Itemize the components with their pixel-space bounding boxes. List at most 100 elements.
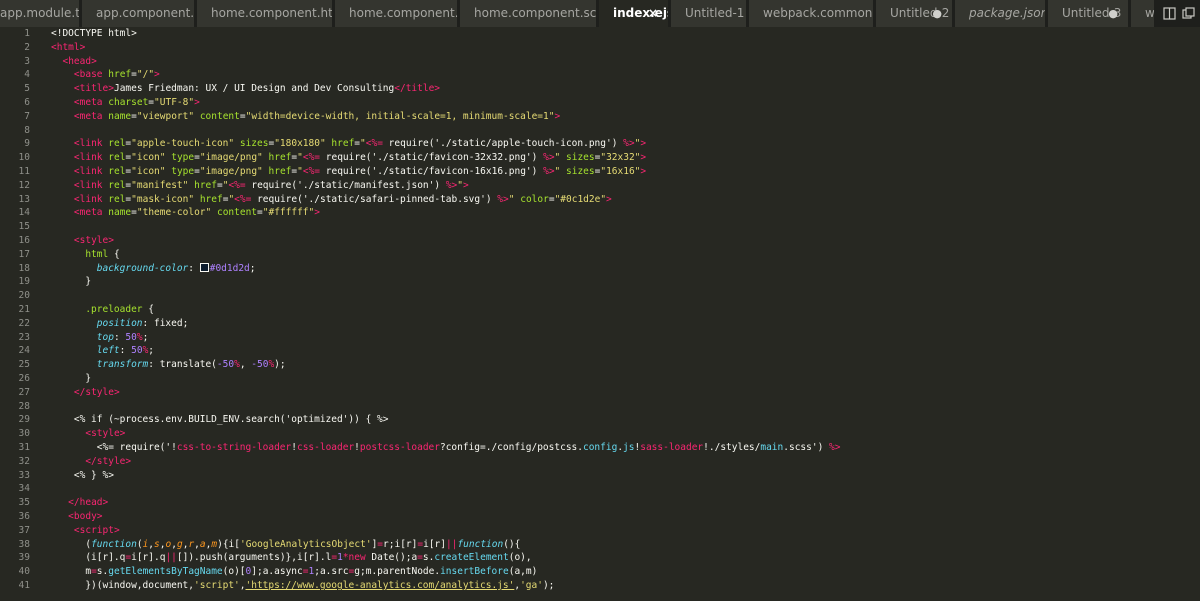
code-token: (o)[	[222, 566, 246, 578]
tab-6[interactable]: Untitled-1	[671, 0, 747, 27]
code-token: link	[79, 179, 103, 191]
line-number: 27	[18, 386, 30, 398]
line-number: 34	[18, 483, 30, 495]
code-area[interactable]: <!DOCTYPE html> <html> <head> <base href=…	[51, 27, 1191, 601]
code-token: href	[268, 152, 292, 164]
code-token: sizes	[566, 152, 595, 164]
code-token: css-loader	[296, 442, 355, 453]
tab-8[interactable]: Untitled-2 ●	[876, 0, 953, 27]
tab-0[interactable]: app.module.ts	[0, 0, 80, 27]
tab-2[interactable]: home.component.html	[197, 0, 333, 27]
close-tab-icon[interactable]: ×	[648, 0, 658, 27]
code-line: <script>	[51, 524, 120, 538]
code-token: position	[96, 317, 143, 329]
code-token: <%=	[228, 179, 246, 191]
line-number: 33	[18, 469, 30, 481]
code-token: >	[113, 524, 120, 536]
code-token: sizes	[239, 138, 269, 150]
code-token: }	[51, 373, 92, 384]
line-number: 28	[18, 400, 30, 412]
tab-10[interactable]: Untitled-3 ●	[1048, 0, 1129, 27]
line-number: 24	[18, 345, 30, 357]
code-token: *new	[342, 552, 366, 564]
code-token: >	[154, 69, 160, 81]
code-token: </	[394, 83, 406, 95]
code-token: function	[457, 538, 504, 550]
code-token: })(window,document,	[85, 580, 194, 591]
code-token: >	[434, 83, 441, 95]
code-token: "image/png"	[199, 166, 263, 177]
more-actions-icon[interactable]	[1182, 7, 1195, 20]
code-token: href	[331, 138, 355, 150]
code-token: </	[85, 455, 97, 467]
tab-7[interactable]: webpack.common.js	[749, 0, 874, 27]
code-token: 50	[125, 331, 137, 343]
code-token: rel	[108, 179, 126, 191]
line-number: 18	[18, 262, 30, 274]
code-line: <style>	[51, 427, 125, 441]
code-token: getElementsByTagName	[108, 566, 223, 578]
tab-3[interactable]: home.component.ts	[335, 0, 458, 27]
code-token: -50	[251, 359, 269, 371]
code-line: <link rel="icon" type="image/png" href="…	[51, 165, 646, 179]
line-number: 2	[24, 41, 30, 53]
color-swatch-icon	[199, 262, 209, 272]
code-line: transform: translate(-50%, -50%);	[51, 358, 286, 372]
code-token: color	[520, 193, 549, 205]
code-token: style	[85, 386, 114, 398]
code-token: "icon"	[131, 152, 166, 164]
tab-5[interactable]: index.ejs ×	[599, 0, 669, 27]
code-token: 'ga'	[520, 580, 543, 591]
code-token: transform	[96, 359, 149, 371]
code-token: charset	[108, 97, 149, 108]
code-token: background-color	[96, 262, 189, 274]
code-token: ];a.async	[251, 566, 303, 578]
code-token: (a,m)	[508, 566, 538, 578]
code-token: >	[96, 511, 103, 522]
code-token: "viewport"	[136, 110, 195, 122]
code-token: </	[68, 497, 80, 509]
code-token: "mask-icon"	[131, 193, 195, 205]
line-number: 4	[24, 69, 30, 81]
code-line: .preloader {	[51, 303, 154, 317]
code-token: :	[188, 262, 200, 274]
line-number: 11	[18, 166, 30, 177]
tab-4[interactable]: home.component.scss	[460, 0, 597, 27]
code-token: meta	[79, 110, 103, 122]
code-token: css-to-string-loader	[176, 442, 292, 453]
code-token: "apple-touch-icon"	[131, 138, 235, 150]
line-number: 41	[18, 580, 30, 591]
tab-1[interactable]: app.component.ts	[82, 0, 195, 27]
code-editor[interactable]: 1 2 3 4 5 6 7 8 9 10 11 12 13 14 15 16 17 18 19 20 21 22 23 24 2…	[0, 27, 1200, 601]
code-token: require('./static/favicon-32x32.png')	[320, 152, 544, 164]
code-token: ;	[148, 345, 155, 357]
tab-9[interactable]: package.json	[955, 0, 1046, 27]
line-number: 38	[18, 538, 30, 550]
code-line: (i[r].q=i[r].q||[]).push(arguments)},i[r…	[51, 551, 531, 565]
line-number: 31	[18, 442, 30, 453]
code-token: ,	[239, 359, 252, 371]
code-token: sizes	[566, 166, 595, 177]
code-token: >	[640, 138, 647, 150]
line-number: 8	[24, 124, 30, 136]
code-token: :	[119, 345, 132, 357]
code-line: <link rel="apple-touch-icon" sizes="180x…	[51, 137, 646, 151]
split-editor-icon[interactable]	[1163, 7, 1176, 20]
code-token: type	[171, 166, 195, 177]
code-token: meta	[79, 207, 103, 219]
code-token: s.	[422, 552, 435, 564]
code-token: rel	[108, 193, 126, 205]
line-number: 26	[18, 373, 30, 384]
tab-11[interactable]: wel	[1131, 0, 1155, 27]
code-token: ?config=./config/postcss.	[439, 442, 583, 453]
